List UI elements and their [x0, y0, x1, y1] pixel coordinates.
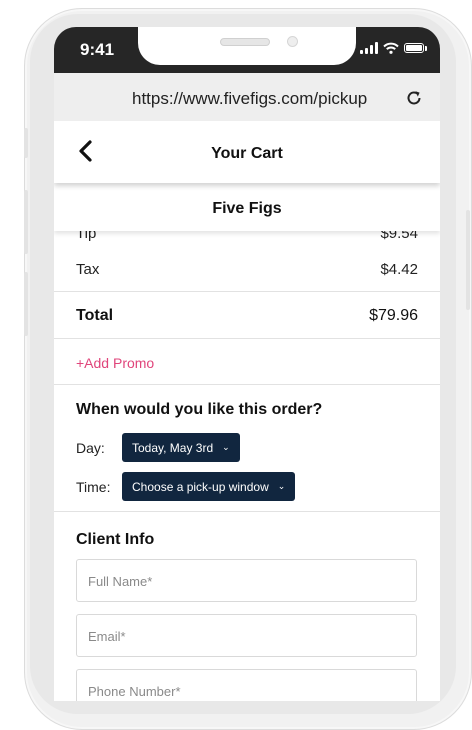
divider	[54, 291, 440, 292]
email-field[interactable]: Email*	[76, 614, 417, 657]
tax-row: Tax $4.42	[54, 261, 440, 278]
speaker-grille	[220, 38, 270, 46]
add-promo-link[interactable]: +Add Promo	[76, 355, 154, 371]
phone-volume-up	[24, 190, 28, 254]
client-info-title: Client Info	[76, 531, 155, 548]
time-select[interactable]: Choose a pick-up window ⌄	[122, 472, 296, 501]
battery-tip	[425, 45, 427, 51]
store-name: Five Figs	[212, 200, 282, 217]
full-name-field[interactable]: Full Name*	[76, 559, 417, 602]
phone-field[interactable]: Phone Number*	[76, 669, 417, 701]
day-select[interactable]: Today, May 3rd ⌄	[122, 433, 240, 462]
chevron-down-icon: ⌄	[222, 442, 230, 452]
store-header: Five Figs	[54, 183, 440, 231]
battery-icon	[404, 43, 424, 53]
day-label: Day:	[76, 440, 105, 456]
phone-notch	[138, 27, 356, 65]
time-select-value: Choose a pick-up window	[132, 479, 269, 494]
divider	[54, 338, 440, 339]
phone-volume-down	[24, 272, 28, 336]
total-row: Total $79.96	[54, 307, 440, 325]
divider	[54, 384, 440, 385]
signal-icon	[360, 42, 378, 54]
total-label: Total	[76, 307, 114, 324]
page-title: Your Cart	[211, 145, 283, 162]
total-amount: $79.96	[369, 307, 418, 324]
phone-silent-switch	[24, 128, 28, 158]
app-header: Your Cart	[54, 121, 440, 183]
chevron-down-icon: ⌄	[277, 481, 286, 491]
phone-power-button	[466, 210, 470, 310]
front-camera	[287, 36, 298, 47]
reload-icon[interactable]	[404, 88, 424, 108]
tax-label: Tax	[76, 261, 100, 278]
day-select-value: Today, May 3rd	[132, 440, 214, 455]
divider	[54, 511, 440, 512]
time-label: Time:	[76, 479, 111, 495]
app-screen: Your Cart Five Figs Tip $9.54 Tax $4.42 …	[54, 121, 440, 701]
schedule-title: When would you like this order?	[76, 401, 323, 418]
status-time: 9:41	[80, 40, 115, 59]
wifi-icon	[383, 42, 399, 54]
tax-amount: $4.42	[380, 261, 418, 278]
status-icons	[360, 42, 427, 54]
url-text[interactable]: https://www.fivefigs.com/pickup	[132, 89, 367, 109]
